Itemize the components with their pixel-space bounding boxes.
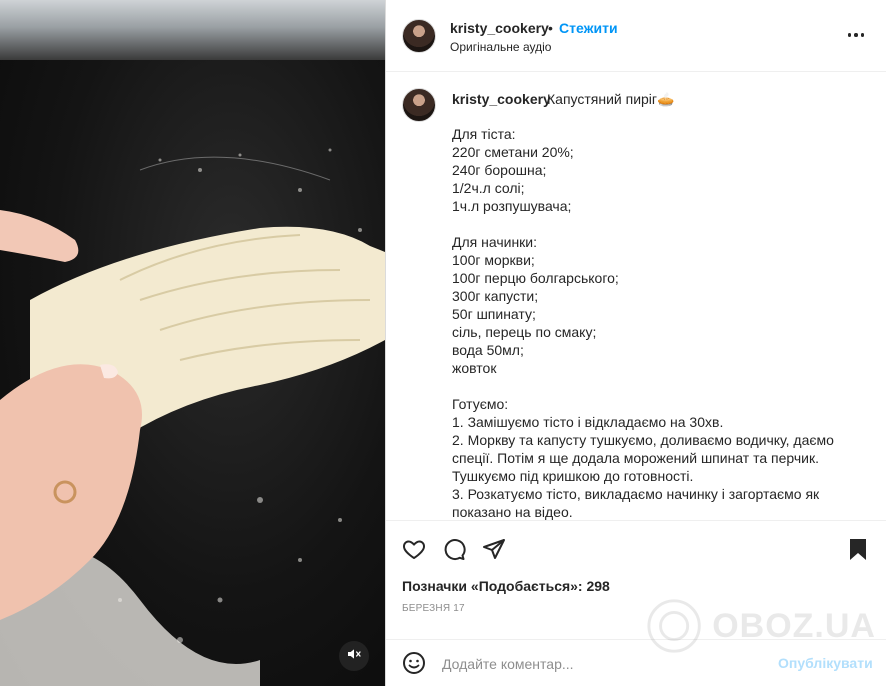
save-button[interactable] <box>845 536 871 562</box>
post-actions: Позначки «Подобається»: 298 БЕРЕЗНЯ 17 О… <box>386 520 886 687</box>
author-username[interactable]: kristy_cookery <box>450 20 549 36</box>
caption-line: 240г борошна; <box>452 162 547 178</box>
caption-line: жовток <box>452 360 497 376</box>
caption-line: 100г перцю болгарського; <box>452 270 619 286</box>
header-separator: • <box>548 20 553 36</box>
caption-line: Для начинки: <box>452 234 538 250</box>
more-options-button[interactable] <box>844 25 868 45</box>
caption-line: 1. Замішуємо тісто і відкладаємо на 30хв… <box>452 414 724 430</box>
share-button[interactable] <box>481 536 507 562</box>
more-icon <box>847 33 852 37</box>
likes-count[interactable]: Позначки «Подобається»: 298 <box>402 578 610 594</box>
post-panel: kristy_cookery • Стежити Оригінальне ауд… <box>386 0 886 686</box>
caption-scroll-area[interactable]: kristy_cookery Капустяний пиріг🥧 Для тіс… <box>386 72 886 520</box>
caption-line: 220г сметани 20%; <box>452 144 574 160</box>
comment-button[interactable] <box>441 536 467 562</box>
caption-line: 1/2ч.л солі; <box>452 180 525 196</box>
caption-line: 50г шпинату; <box>452 306 536 322</box>
caption-line: 2. Моркву та капусту тушкуємо, доливаємо… <box>452 432 838 484</box>
caption-username[interactable]: kristy_cookery <box>452 91 551 107</box>
caption-line: Готуємо: <box>452 396 509 412</box>
comment-input[interactable] <box>440 652 764 676</box>
caption-line <box>452 215 872 233</box>
caption-line: 1ч.л розпушувача; <box>452 198 572 214</box>
post-video[interactable] <box>0 0 385 686</box>
caption-line: 3. Розкатуємо тісто, викладаємо начинку … <box>452 486 824 520</box>
emoji-icon <box>403 652 425 674</box>
heart-icon <box>403 540 425 559</box>
caption-line: 300г капусти; <box>452 288 539 304</box>
follow-button[interactable]: Стежити <box>559 20 618 36</box>
caption-line: сіль, перець по смаку; <box>452 324 597 340</box>
caption-avatar[interactable] <box>402 88 436 122</box>
caption-title: Капустяний пиріг🥧 <box>547 91 675 107</box>
publish-button[interactable]: Опублікувати <box>778 655 873 671</box>
like-button[interactable] <box>401 536 427 562</box>
post-header: kristy_cookery • Стежити Оригінальне ауд… <box>386 0 886 72</box>
caption-line: Для тіста: <box>452 126 516 142</box>
author-avatar[interactable] <box>402 19 436 53</box>
send-icon <box>483 539 505 559</box>
mute-toggle-button[interactable] <box>339 641 369 671</box>
emoji-button[interactable] <box>401 650 427 676</box>
comment-bar: Опублікувати <box>386 639 886 688</box>
caption-line: 100г моркви; <box>452 252 535 268</box>
post-date[interactable]: БЕРЕЗНЯ 17 <box>402 603 465 614</box>
caption-body: Для тіста: 220г сметани 20%; 240г борошна;… <box>452 125 872 520</box>
bookmark-icon <box>850 539 866 560</box>
caption-line: вода 50мл; <box>452 342 524 358</box>
video-frame <box>0 148 385 686</box>
caption-line <box>452 377 872 395</box>
comment-icon <box>444 539 466 561</box>
muted-speaker-icon <box>346 646 362 667</box>
audio-link[interactable]: Оригінальне аудіо <box>450 40 551 54</box>
